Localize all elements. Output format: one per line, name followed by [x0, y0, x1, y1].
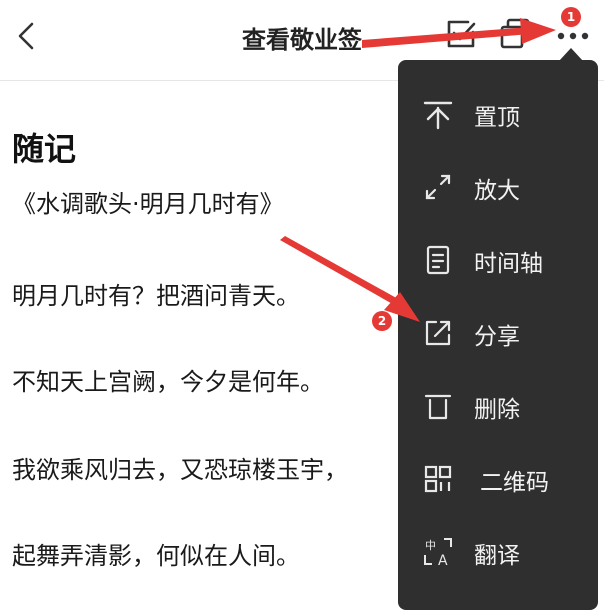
pin-top-icon	[423, 101, 453, 130]
note-line: 起舞弄清影，何似在人间。	[12, 542, 300, 570]
share-icon	[425, 320, 451, 346]
menu-item-qr-code[interactable]: 二维码	[398, 449, 598, 509]
menu-item-label: 放大	[474, 178, 520, 204]
menu-item-label: 分享	[474, 324, 520, 350]
menu-item-label: 翻译	[474, 543, 520, 569]
translate-icon: 中 A	[424, 538, 452, 568]
note-line: 《水调歌头·明月几时有》	[12, 190, 284, 218]
menu-item-label: 时间轴	[474, 251, 543, 277]
note-line: 不知天上宫阙，今夕是何年。	[12, 368, 324, 396]
menu-item-translate[interactable]: 中 A 翻译	[398, 522, 598, 582]
timeline-icon	[426, 245, 450, 275]
more-options-menu: 置顶 放大 时间轴 分享 删除 二维码 中 A 翻译	[398, 60, 598, 610]
copy-icon[interactable]	[498, 16, 532, 50]
note-line: 我欲乘风归去，又恐琼楼玉宇，	[12, 456, 348, 484]
trash-icon	[424, 394, 452, 420]
menu-item-delete[interactable]: 删除	[398, 376, 598, 436]
expand-icon	[425, 174, 451, 200]
svg-text:中: 中	[425, 539, 436, 552]
step-badge-2: 2	[372, 311, 392, 331]
step-badge-1: 1	[561, 7, 581, 27]
note-line: 明月几时有？把酒问青天。	[12, 282, 300, 310]
edit-check-icon[interactable]	[444, 16, 478, 50]
qr-code-icon	[424, 465, 452, 493]
svg-text:A: A	[438, 553, 448, 568]
menu-item-share[interactable]: 分享	[398, 303, 598, 363]
note-heading: 随记	[12, 130, 77, 168]
menu-item-label: 二维码	[480, 470, 549, 496]
menu-item-label: 删除	[474, 397, 520, 423]
menu-item-zoom[interactable]: 放大	[398, 157, 598, 217]
menu-item-timeline[interactable]: 时间轴	[398, 230, 598, 290]
menu-item-label: 置顶	[474, 105, 520, 131]
menu-item-pin-top[interactable]: 置顶	[398, 84, 598, 144]
